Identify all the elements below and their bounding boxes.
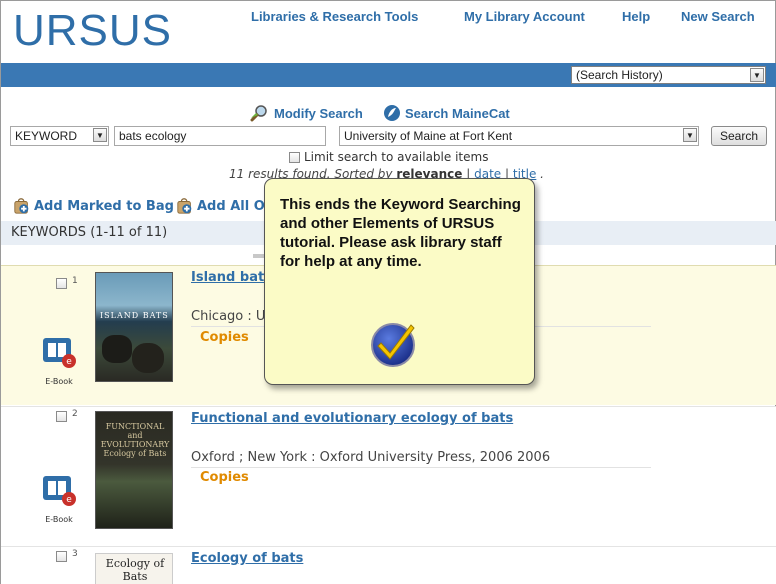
divider	[191, 467, 651, 468]
copies-link[interactable]: Copies	[200, 470, 249, 485]
svg-text:e: e	[66, 357, 72, 367]
add-marked-label: Add Marked to Bag	[34, 198, 174, 214]
nav-libraries-research-tools[interactable]: Libraries & Research Tools	[251, 9, 418, 24]
nav-my-library-account[interactable]: My Library Account	[464, 9, 585, 24]
result-publisher: Chicago : U	[191, 309, 266, 324]
book-cover-image[interactable]: FUNCTIONAL and EVOLUTIONARY Ecology of B…	[95, 411, 173, 529]
search-mainecat-label: Search MaineCat	[405, 105, 510, 121]
nav-new-search[interactable]: New Search	[681, 9, 755, 24]
search-input[interactable]: bats ecology	[114, 126, 326, 146]
limit-available[interactable]: Limit search to available items	[289, 150, 488, 164]
limit-available-label: Limit search to available items	[304, 150, 489, 164]
ebook-badge[interactable]: e E-Book	[41, 469, 77, 524]
row-select-checkbox[interactable]	[56, 411, 67, 422]
dropdown-arrow-icon[interactable]: ▼	[683, 128, 697, 142]
nav-help[interactable]: Help	[622, 9, 650, 24]
table-row: 2 FUNCTIONAL and EVOLUTIONARY Ecology of…	[1, 406, 776, 546]
cover-title: Ecology of Bats	[105, 557, 165, 583]
result-title-link[interactable]: Island bats	[191, 270, 272, 285]
table-row: 3 Ecology of Bats Ecology of bats	[1, 546, 776, 584]
tutorial-message: This ends the Keyword Searching and othe…	[280, 196, 521, 270]
add-to-bag-icon	[177, 198, 192, 214]
row-number: 1	[72, 276, 78, 286]
result-publisher: Oxford ; New York : Oxford University Pr…	[191, 450, 551, 465]
dropdown-arrow-icon[interactable]: ▼	[93, 128, 107, 142]
search-glass-icon	[250, 105, 267, 122]
ebook-label: E-Book	[45, 515, 73, 524]
search-button[interactable]: Search	[711, 126, 767, 146]
ebook-icon: e	[43, 476, 76, 506]
row-number: 2	[72, 409, 78, 419]
modify-search-label: Modify Search	[274, 105, 363, 121]
search-mainecat-link[interactable]: Search MaineCat	[383, 104, 510, 122]
keywords-count-label: KEYWORDS (1-11 of 11)	[11, 225, 168, 240]
search-history-select[interactable]: (Search History) ▼	[571, 66, 766, 84]
limit-available-checkbox[interactable]	[289, 151, 300, 163]
search-history-value: (Search History)	[576, 68, 663, 82]
row-number: 3	[72, 549, 78, 559]
modify-search-link[interactable]: Modify Search	[250, 104, 363, 122]
search-type-select[interactable]: KEYWORD ▼	[10, 126, 109, 146]
mainecat-globe-icon	[384, 105, 400, 121]
ursus-logo[interactable]: URSUS	[13, 7, 172, 55]
row-select-checkbox[interactable]	[56, 551, 67, 562]
dropdown-arrow-icon[interactable]: ▼	[750, 68, 764, 82]
book-cover-image[interactable]: Ecology of Bats	[95, 553, 173, 584]
book-cover-image[interactable]: ISLAND BATS	[95, 272, 173, 382]
ebook-label: E-Book	[45, 377, 73, 386]
svg-text:e: e	[66, 495, 72, 505]
add-to-bag-icon	[14, 198, 29, 214]
check-icon[interactable]	[366, 315, 420, 369]
copies-link[interactable]: Copies	[200, 330, 249, 345]
cover-title: ISLAND BATS	[100, 311, 169, 320]
result-title-link[interactable]: Functional and evolutionary ecology of b…	[191, 411, 513, 426]
result-title-link[interactable]: Ecology of bats	[191, 551, 303, 566]
search-type-value: KEYWORD	[15, 129, 78, 143]
add-all-label: Add All Or	[197, 198, 272, 214]
row-select-checkbox[interactable]	[56, 278, 67, 289]
sort-end: .	[540, 167, 544, 181]
ebook-badge[interactable]: e E-Book	[41, 331, 77, 386]
add-all-on-page-link[interactable]: Add All Or	[176, 197, 271, 215]
ebook-icon: e	[43, 338, 76, 368]
add-marked-to-bag-link[interactable]: Add Marked to Bag	[13, 197, 174, 215]
cover-title: FUNCTIONAL and EVOLUTIONARY Ecology of B…	[100, 422, 170, 458]
library-select[interactable]: University of Maine at Fort Kent ▼	[339, 126, 699, 146]
library-value: University of Maine at Fort Kent	[344, 129, 513, 143]
